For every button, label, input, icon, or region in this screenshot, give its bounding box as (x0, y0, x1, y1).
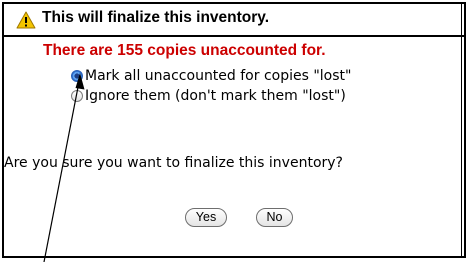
radio-mark-lost[interactable] (71, 70, 83, 82)
dialog-inner-border (461, 4, 462, 256)
dialog-header: This will finalize this inventory. (4, 4, 464, 37)
option-ignore[interactable]: Ignore them (don't mark them "lost") (71, 88, 346, 104)
yes-button[interactable]: Yes (185, 208, 227, 227)
option-mark-lost-label: Mark all unaccounted for copies "lost" (85, 68, 352, 84)
no-button[interactable]: No (256, 208, 293, 227)
dialog-title: This will finalize this inventory. (42, 9, 270, 26)
confirm-question: Are you sure you want to finalize this i… (4, 155, 343, 171)
dialog-inner-border (464, 4, 465, 256)
option-mark-lost[interactable]: Mark all unaccounted for copies "lost" (71, 68, 351, 84)
warning-triangle-icon (16, 11, 36, 29)
finalize-inventory-dialog: This will finalize this inventory. There… (2, 2, 466, 258)
unaccounted-warning: There are 155 copies unaccounted for. (43, 42, 326, 59)
radio-ignore[interactable] (71, 90, 83, 102)
option-ignore-label: Ignore them (don't mark them "lost") (85, 88, 346, 104)
